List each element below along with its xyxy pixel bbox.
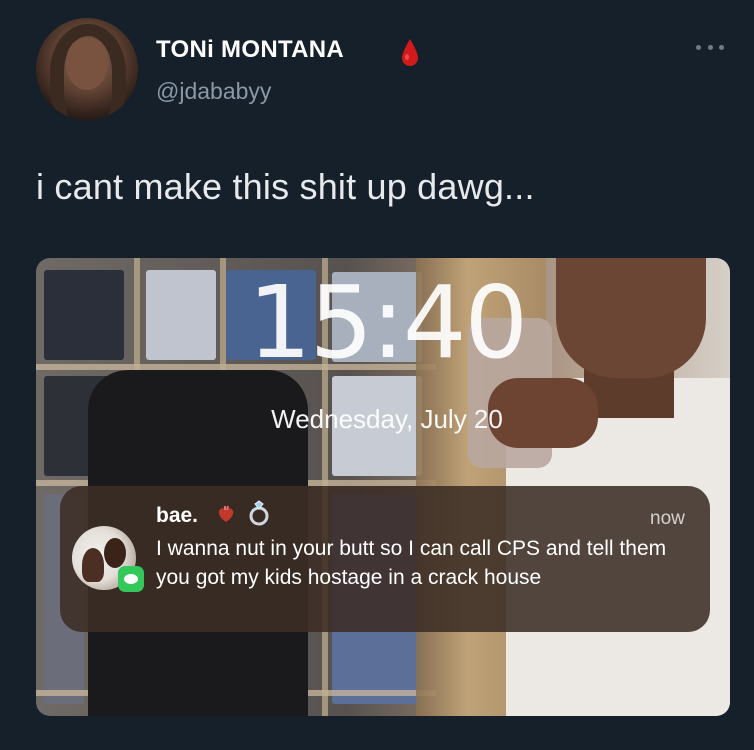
notification-message: I wanna nut in your butt so I can call C… (156, 537, 667, 589)
tweet: TONi MONTANA @jdababyy i cant make this … (0, 0, 754, 750)
anatomical-heart-icon (218, 505, 234, 522)
author-handle[interactable]: @jdababyy (156, 78, 271, 105)
lockscreen-date: Wednesday, July 20 (271, 404, 503, 434)
dot (707, 44, 713, 50)
ellipsis-icon[interactable] (696, 42, 724, 52)
lockscreen-clock: 15:40 (247, 264, 528, 381)
notification-timestamp: now (650, 508, 685, 529)
tweet-text: i cant make this shit up dawg... (36, 166, 535, 207)
messages-icon (118, 566, 144, 592)
avatar-face (66, 38, 108, 90)
avatar-person-2 (104, 538, 126, 568)
author-display-name[interactable]: TONi MONTANA (156, 36, 344, 64)
dot (719, 44, 724, 50)
author-avatar[interactable] (36, 18, 138, 120)
notification-sender: bae. (156, 504, 199, 527)
avatar-person-1 (82, 548, 104, 582)
tweet-media-lockscreen[interactable]: 15:40 Wednesday, July 20 bae. now I wann… (36, 258, 730, 716)
blood-drop-icon (402, 39, 418, 66)
person-face (556, 258, 706, 378)
dot (696, 44, 701, 50)
message-notification[interactable]: bae. now I wanna nut in your butt so I c… (60, 486, 710, 632)
ring-icon (249, 500, 269, 526)
